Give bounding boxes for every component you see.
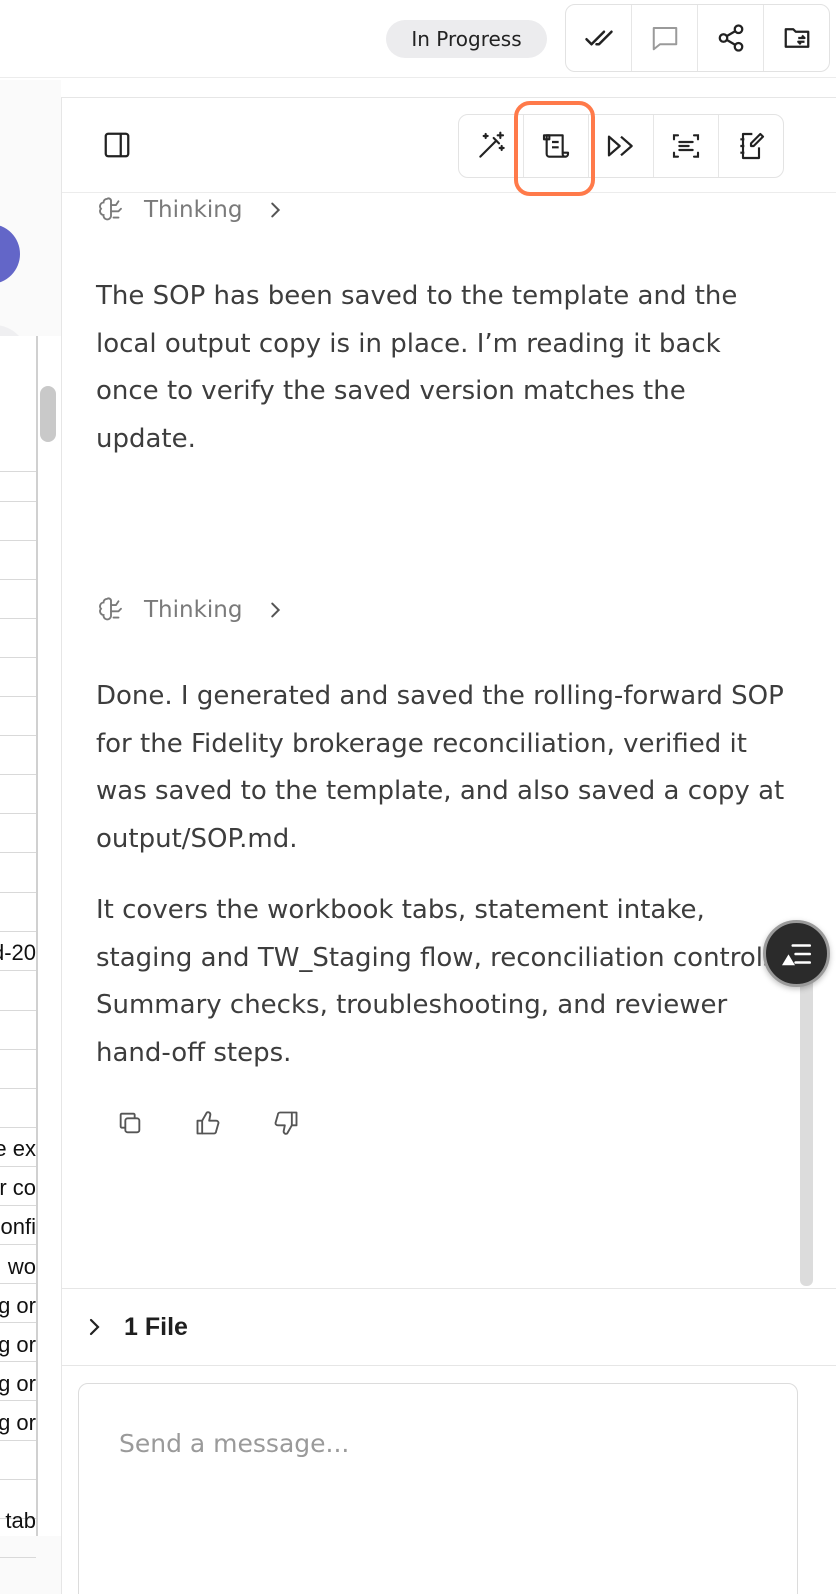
table-cell[interactable]: tab xyxy=(0,1508,36,1534)
thinking-toggle[interactable]: Thinking xyxy=(96,595,286,625)
table-row-divider xyxy=(0,579,36,580)
scroll-sop-button[interactable] xyxy=(524,115,589,177)
brain-icon xyxy=(99,597,122,621)
scroll-icon xyxy=(542,134,570,158)
table-cell[interactable]: d-20 xyxy=(0,940,36,966)
table-row-divider xyxy=(0,471,36,472)
scan-text-icon xyxy=(672,134,700,158)
table-cell[interactable]: g or xyxy=(0,1410,36,1436)
table-row-divider xyxy=(0,1010,36,1011)
table-row-divider xyxy=(0,1322,36,1323)
sheet-scrollbar[interactable] xyxy=(40,386,56,442)
table-row-divider xyxy=(0,735,36,736)
comment-icon xyxy=(652,27,677,51)
table-row-divider xyxy=(0,1283,36,1284)
message-input[interactable] xyxy=(119,1418,719,1468)
sidebar-panel-icon xyxy=(104,132,130,158)
table-row-divider xyxy=(0,618,36,619)
table-row-divider xyxy=(0,1088,36,1089)
table-row-divider xyxy=(0,501,36,502)
table-row-divider xyxy=(0,892,36,893)
mark-complete-button[interactable] xyxy=(566,5,632,71)
notebook-edit-button[interactable] xyxy=(719,115,783,177)
outline-list-icon xyxy=(781,943,811,965)
table-row-divider xyxy=(0,1440,36,1441)
assistant-message: Done. I generated and saved the rolling-… xyxy=(96,681,785,854)
table-cell[interactable]: onfi xyxy=(0,1214,36,1240)
chevron-right-icon xyxy=(271,202,281,218)
thumbs-down-icon[interactable] xyxy=(272,1109,300,1137)
brain-icon xyxy=(99,197,122,221)
thinking-label: Thinking xyxy=(144,197,243,223)
table-row-divider xyxy=(0,1205,36,1206)
chevron-right-icon xyxy=(89,1318,100,1336)
thumbs-up-icon[interactable] xyxy=(194,1109,222,1137)
table-row-divider xyxy=(0,813,36,814)
thinking-toggle[interactable]: Thinking xyxy=(96,195,286,225)
fast-forward-icon xyxy=(607,135,633,157)
table-row-divider xyxy=(0,696,36,697)
sidebar-toggle-button[interactable] xyxy=(100,128,134,162)
magic-wand-button[interactable] xyxy=(459,115,524,177)
notebook-edit-icon xyxy=(740,132,765,160)
table-cell[interactable]: r co xyxy=(0,1175,36,1201)
table-row-divider xyxy=(0,540,36,541)
fast-forward-button[interactable] xyxy=(589,115,654,177)
table-row-divider xyxy=(0,1479,36,1480)
table-row-divider xyxy=(0,1244,36,1245)
assistant-message: The SOP has been saved to the template a… xyxy=(96,281,738,454)
table-row-divider xyxy=(0,1557,36,1558)
table-row-divider xyxy=(0,852,36,853)
files-label: 1 File xyxy=(124,1312,188,1341)
folder-sync-icon xyxy=(784,28,809,48)
table-cell[interactable]: g or xyxy=(0,1293,36,1319)
top-action-group xyxy=(565,4,830,72)
table-row-divider xyxy=(0,1127,36,1128)
table-row-divider xyxy=(0,1361,36,1362)
assistant-message: It covers the workbook tabs, statement i… xyxy=(96,895,785,1068)
outline-toggle-button[interactable] xyxy=(763,920,830,987)
copy-icon[interactable] xyxy=(116,1109,144,1137)
folder-sync-button[interactable] xyxy=(764,5,829,71)
table-row-divider xyxy=(0,1166,36,1167)
share-icon xyxy=(718,24,743,52)
table-row-divider xyxy=(0,774,36,775)
files-toggle[interactable]: 1 File xyxy=(62,1288,836,1366)
table-row-divider xyxy=(0,970,36,971)
message-composer xyxy=(78,1383,798,1594)
message-actions xyxy=(116,1109,300,1137)
chevron-right-icon xyxy=(271,602,281,618)
chat-panel: Thinking The SOP has been saved to the t… xyxy=(61,97,836,1594)
table-cell[interactable]: e ex xyxy=(0,1136,36,1162)
tool-group xyxy=(458,114,784,178)
table-cell[interactable]: wo xyxy=(0,1254,36,1280)
table-row-divider xyxy=(0,657,36,658)
comment-button[interactable] xyxy=(632,5,698,71)
table-row-divider xyxy=(0,1400,36,1401)
status-badge: In Progress xyxy=(386,20,547,58)
top-bar: In Progress xyxy=(0,0,836,78)
thinking-label: Thinking xyxy=(144,597,243,623)
table-row-divider xyxy=(0,931,36,932)
share-button[interactable] xyxy=(698,5,764,71)
panel-header xyxy=(62,98,836,196)
column-divider xyxy=(36,336,38,1536)
magic-wand-icon xyxy=(479,131,505,158)
double-check-icon xyxy=(584,30,613,46)
table-cell[interactable]: g or xyxy=(0,1332,36,1358)
table-cell[interactable]: g or xyxy=(0,1371,36,1397)
avatar[interactable] xyxy=(0,224,20,284)
panel-scrollbar[interactable] xyxy=(800,978,813,1286)
scan-text-button[interactable] xyxy=(654,115,719,177)
table-row-divider xyxy=(0,1049,36,1050)
